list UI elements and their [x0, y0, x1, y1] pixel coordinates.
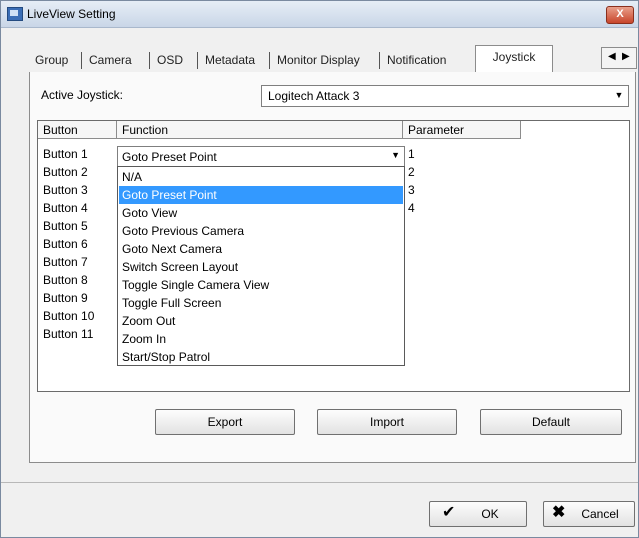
- parameter-cell[interactable]: 4: [408, 201, 415, 215]
- parameter-cell[interactable]: 2: [408, 165, 415, 179]
- table-row-label: Button 6: [43, 237, 88, 251]
- table-row-label: Button 8: [43, 273, 88, 287]
- function-option-highlighted[interactable]: Goto Preset Point: [119, 186, 403, 204]
- tab-group[interactable]: Group: [31, 49, 72, 71]
- table-row-label: Button 9: [43, 291, 88, 305]
- export-button[interactable]: Export: [155, 409, 295, 435]
- ok-label: OK: [481, 507, 499, 521]
- table-row-label: Button 10: [43, 309, 95, 323]
- table-row-label: Button 3: [43, 183, 88, 197]
- default-button[interactable]: Default: [480, 409, 622, 435]
- column-header-function: Function: [117, 121, 403, 139]
- joystick-button-table: Button Function Parameter Button 1 Butto…: [37, 120, 630, 392]
- divider: [1, 482, 638, 483]
- tab-scroll-right-icon[interactable]: ▶: [622, 51, 630, 62]
- tab-separator: [269, 52, 270, 69]
- cross-icon: ✖: [552, 504, 566, 521]
- active-joystick-select[interactable]: Logitech Attack 3 ▼: [261, 85, 629, 107]
- column-header-button: Button: [38, 121, 117, 139]
- tab-separator: [149, 52, 150, 69]
- cancel-label: Cancel: [581, 507, 619, 521]
- tab-strip: Group Camera OSD Metadata Monitor Displa…: [29, 45, 629, 73]
- table-row-label: Button 11: [43, 327, 94, 341]
- import-button[interactable]: Import: [317, 409, 457, 435]
- chevron-down-icon[interactable]: ▼: [391, 150, 400, 160]
- function-option[interactable]: Start/Stop Patrol: [119, 348, 403, 366]
- function-option[interactable]: Toggle Single Camera View: [119, 276, 403, 294]
- function-option[interactable]: Toggle Full Screen: [119, 294, 403, 312]
- parameter-cell[interactable]: 3: [408, 183, 415, 197]
- tab-notification[interactable]: Notification: [383, 49, 450, 71]
- tab-scroll-arrows: ◀ ▶: [601, 47, 637, 69]
- function-dropdown-list: N/A Goto Preset Point Goto View Goto Pre…: [117, 166, 405, 366]
- function-option[interactable]: Zoom In: [119, 330, 403, 348]
- table-row-label: Button 5: [43, 219, 88, 233]
- chevron-down-icon[interactable]: ▼: [612, 88, 626, 102]
- checkmark-icon: ✔: [442, 504, 456, 521]
- tab-separator: [379, 52, 380, 69]
- function-option[interactable]: Goto Previous Camera: [119, 222, 403, 240]
- table-row-label: Button 1: [43, 147, 88, 161]
- function-option[interactable]: Switch Screen Layout: [119, 258, 403, 276]
- function-select-value: Goto Preset Point: [122, 150, 217, 164]
- window-title: LiveView Setting: [27, 7, 116, 21]
- function-option[interactable]: Zoom Out: [119, 312, 403, 330]
- ok-button[interactable]: ✔ OK: [429, 501, 527, 527]
- function-option[interactable]: Goto View: [119, 204, 403, 222]
- table-row-label: Button 2: [43, 165, 88, 179]
- tab-camera[interactable]: Camera: [85, 49, 136, 71]
- function-select[interactable]: Goto Preset Point ▼: [117, 146, 405, 168]
- active-joystick-label: Active Joystick:: [41, 88, 124, 102]
- tab-separator: [81, 52, 82, 69]
- active-joystick-value: Logitech Attack 3: [268, 89, 360, 103]
- cancel-button[interactable]: ✖ Cancel: [543, 501, 635, 527]
- title-bar: LiveView Setting X: [1, 1, 638, 28]
- liveview-setting-window: LiveView Setting X Group Camera OSD Meta…: [0, 0, 639, 538]
- tab-metadata[interactable]: Metadata: [201, 49, 259, 71]
- tab-osd[interactable]: OSD: [153, 49, 187, 71]
- close-button[interactable]: X: [606, 6, 634, 24]
- tab-monitor-display[interactable]: Monitor Display: [273, 49, 364, 71]
- function-option[interactable]: Goto Next Camera: [119, 240, 403, 258]
- parameter-cell[interactable]: 1: [408, 147, 415, 161]
- table-row-label: Button 4: [43, 201, 88, 215]
- tab-joystick[interactable]: Joystick: [475, 45, 553, 72]
- table-row-label: Button 7: [43, 255, 88, 269]
- tab-scroll-left-icon[interactable]: ◀: [608, 51, 616, 62]
- tab-separator: [197, 52, 198, 69]
- app-icon: [7, 7, 23, 21]
- column-header-parameter: Parameter: [403, 121, 521, 139]
- function-option[interactable]: N/A: [119, 168, 403, 186]
